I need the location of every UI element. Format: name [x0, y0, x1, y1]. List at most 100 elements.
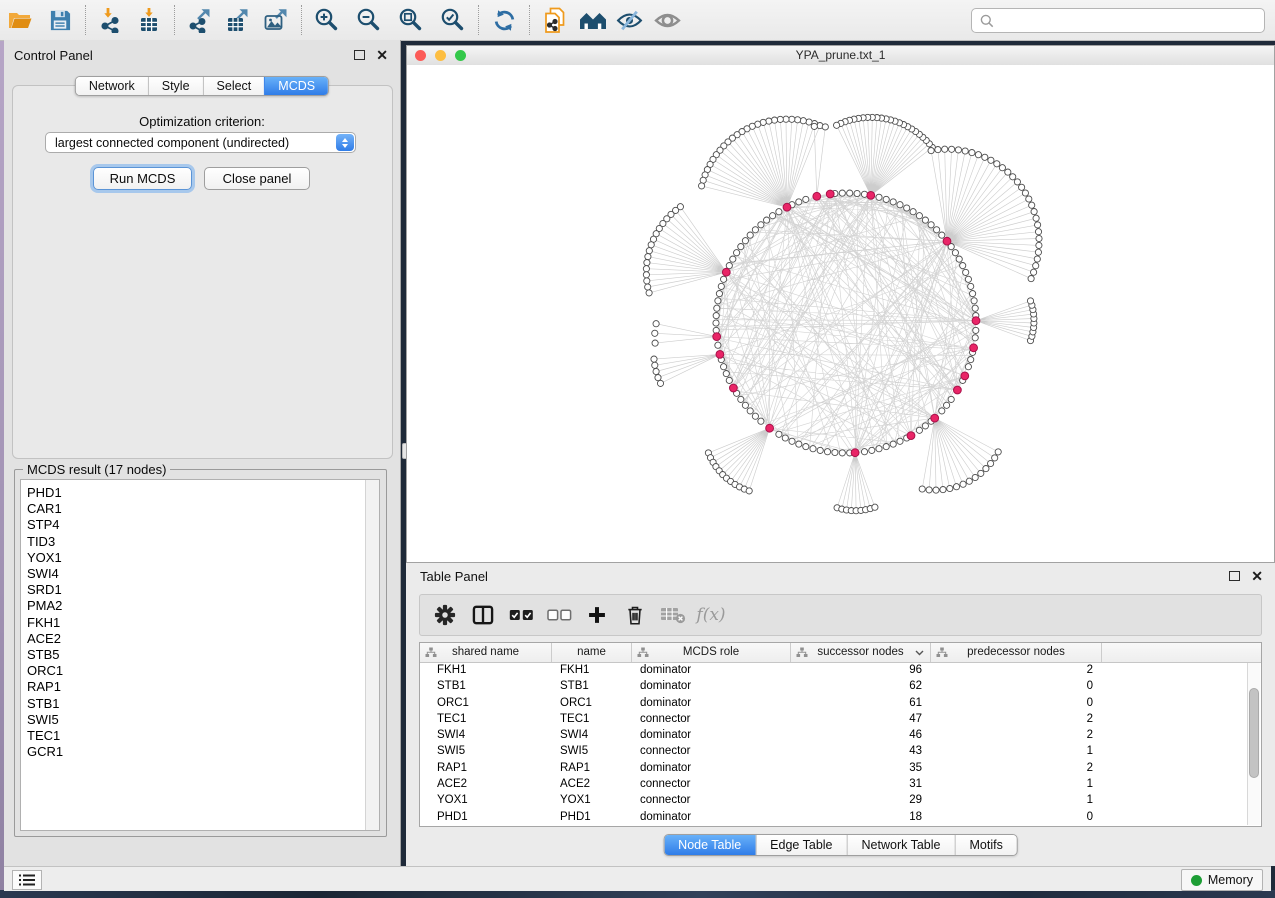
network-node[interactable]	[758, 418, 764, 424]
zoom-fit-icon[interactable]	[395, 4, 427, 36]
first-neighbors-icon[interactable]	[577, 4, 609, 36]
cell-shared-name[interactable]: FKH1	[420, 662, 552, 678]
zoom-in-icon[interactable]	[311, 4, 343, 36]
network-node[interactable]	[714, 305, 720, 311]
cell-MCDS-role[interactable]: dominator	[632, 662, 791, 678]
network-node[interactable]	[796, 441, 802, 447]
network-node[interactable]	[1035, 249, 1041, 255]
table-scrollbar-thumb[interactable]	[1249, 688, 1259, 778]
memory-button[interactable]: Memory	[1181, 869, 1263, 891]
cell-successor-nodes[interactable]: 47	[791, 711, 931, 727]
cell-predecessor-nodes[interactable]: 1	[931, 743, 1102, 759]
export-image-icon[interactable]	[260, 4, 292, 36]
minimize-window-icon[interactable]	[435, 50, 446, 61]
network-node[interactable]	[730, 256, 736, 262]
network-node[interactable]	[883, 444, 889, 450]
network-node[interactable]	[771, 117, 777, 123]
cell-name[interactable]: RAP1	[552, 760, 632, 776]
cell-successor-nodes[interactable]: 18	[791, 809, 931, 825]
cell-predecessor-nodes[interactable]: 0	[931, 809, 1102, 825]
network-node[interactable]	[644, 278, 650, 284]
network-node[interactable]	[1033, 215, 1039, 221]
network-node[interactable]	[726, 263, 732, 269]
network-node[interactable]	[922, 423, 928, 429]
search-input[interactable]	[1000, 10, 1264, 31]
cell-shared-name[interactable]: SWI5	[420, 743, 552, 759]
mcds-hub-node[interactable]	[851, 449, 859, 457]
network-node[interactable]	[713, 320, 719, 326]
mcds-hub-node[interactable]	[813, 192, 821, 200]
network-node[interactable]	[776, 431, 782, 437]
cell-predecessor-nodes[interactable]: 2	[931, 760, 1102, 776]
mcds-hub-node[interactable]	[972, 317, 980, 325]
network-node[interactable]	[872, 504, 878, 510]
mcds-hub-node[interactable]	[954, 386, 962, 394]
network-node[interactable]	[965, 276, 971, 282]
mcds-list-scrollbar[interactable]	[365, 480, 379, 830]
mcds-result-item[interactable]: CAR1	[21, 501, 365, 517]
mcds-result-item[interactable]: YOX1	[21, 550, 365, 566]
network-node[interactable]	[806, 119, 812, 125]
mcds-result-item[interactable]: SWI4	[21, 566, 365, 582]
tab-edge-table[interactable]: Edge Table	[755, 835, 846, 855]
network-node[interactable]	[972, 305, 978, 311]
network-canvas[interactable]	[407, 65, 1274, 562]
mcds-result-item[interactable]: GCR1	[21, 744, 365, 760]
export-network-icon[interactable]	[184, 4, 216, 36]
network-node[interactable]	[1031, 269, 1037, 275]
import-network-icon[interactable]	[95, 4, 127, 36]
table-row[interactable]: PHD1PHD1dominator180	[420, 809, 1248, 825]
network-node[interactable]	[973, 327, 979, 333]
network-node[interactable]	[1035, 222, 1041, 228]
network-node[interactable]	[652, 340, 658, 346]
network-node[interactable]	[982, 154, 988, 160]
cell-predecessor-nodes[interactable]: 2	[931, 662, 1102, 678]
close-panel-icon[interactable]: ✕	[376, 50, 388, 60]
network-node[interactable]	[734, 250, 740, 256]
delete-table-icon[interactable]	[654, 600, 692, 630]
network-node[interactable]	[933, 487, 939, 493]
tab-node-table[interactable]: Node Table	[664, 835, 755, 855]
network-node[interactable]	[972, 335, 978, 341]
table-row[interactable]: TEC1TEC1connector472	[420, 711, 1248, 727]
cell-shared-name[interactable]: YOX1	[420, 792, 552, 808]
network-node[interactable]	[897, 202, 903, 208]
show-column-panel-icon[interactable]	[464, 600, 502, 630]
network-node[interactable]	[1029, 202, 1035, 208]
network-node[interactable]	[1031, 209, 1037, 215]
mcds-result-item[interactable]: ACE2	[21, 631, 365, 647]
zoom-selected-icon[interactable]	[437, 4, 469, 36]
column-header-shared-name[interactable]: shared name	[420, 643, 552, 662]
cell-name[interactable]: SWI5	[552, 743, 632, 759]
network-node[interactable]	[776, 209, 782, 215]
cell-name[interactable]: SWI4	[552, 727, 632, 743]
network-node[interactable]	[645, 284, 651, 290]
tab-mcds[interactable]: MCDS	[264, 77, 328, 95]
cell-predecessor-nodes[interactable]: 1	[931, 776, 1102, 792]
network-node[interactable]	[653, 321, 659, 327]
network-node[interactable]	[817, 447, 823, 453]
network-node[interactable]	[715, 298, 721, 304]
mcds-hub-node[interactable]	[716, 351, 724, 359]
select-all-columns-icon[interactable]	[502, 600, 540, 630]
cell-MCDS-role[interactable]: dominator	[632, 809, 791, 825]
network-node[interactable]	[897, 438, 903, 444]
network-node[interactable]	[939, 232, 945, 238]
maximize-window-icon[interactable]	[455, 50, 466, 61]
network-node[interactable]	[1014, 179, 1020, 185]
network-node[interactable]	[919, 486, 925, 492]
network-node[interactable]	[747, 232, 753, 238]
tab-network[interactable]: Network	[76, 77, 148, 95]
cell-shared-name[interactable]: STB1	[420, 678, 552, 694]
run-mcds-button[interactable]: Run MCDS	[93, 167, 192, 190]
network-node[interactable]	[777, 116, 783, 122]
mcds-hub-node[interactable]	[722, 268, 730, 276]
mcds-hub-node[interactable]	[931, 414, 939, 422]
mcds-result-item[interactable]: STB1	[21, 696, 365, 712]
network-node[interactable]	[810, 446, 816, 452]
network-node[interactable]	[966, 478, 972, 484]
cell-successor-nodes[interactable]: 62	[791, 678, 931, 694]
deselect-all-columns-icon[interactable]	[540, 600, 578, 630]
network-node[interactable]	[655, 375, 661, 381]
function-builder-icon[interactable]: f(x)	[692, 600, 730, 630]
